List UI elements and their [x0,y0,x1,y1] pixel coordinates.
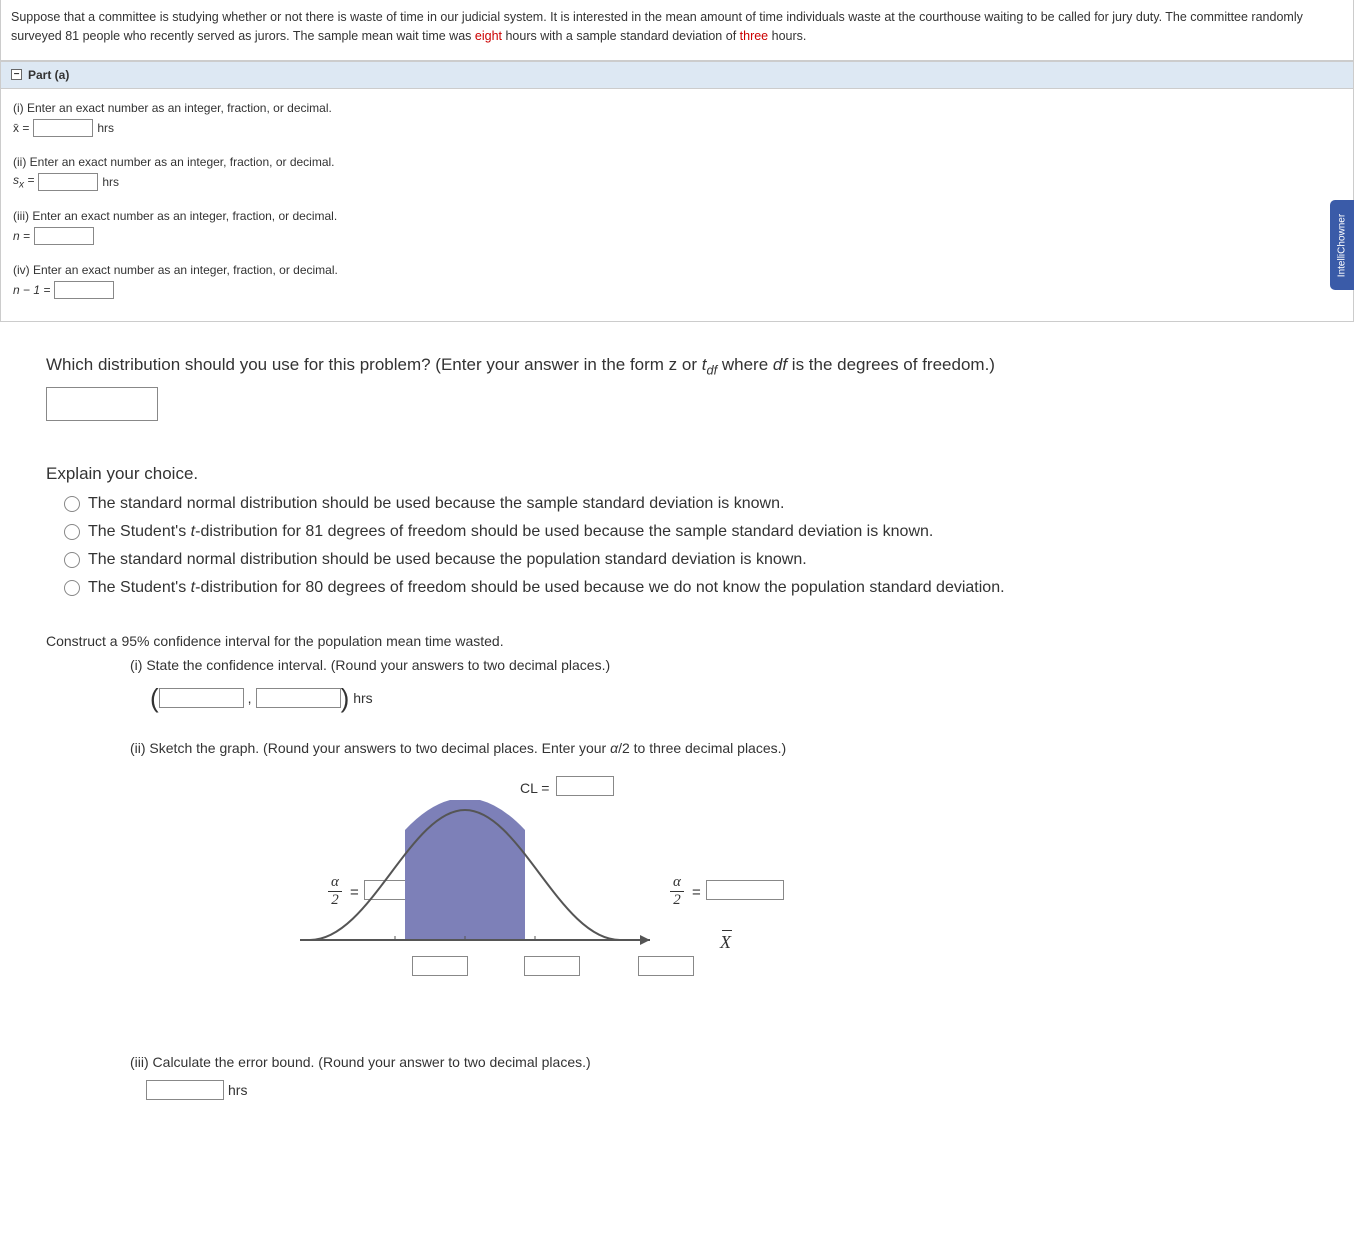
ci-iii-label: (iii) Calculate the error bound. (Round … [130,1054,1308,1070]
prompt-three: three [740,29,769,43]
xbar-axis-label: X [720,932,731,953]
subq-ii: (ii) Enter an exact number as an integer… [13,155,1341,191]
n-minus-1-input[interactable] [54,281,114,299]
ci-lower-input[interactable] [159,688,244,708]
sx-input[interactable] [38,173,98,191]
ci-upper-input[interactable] [256,688,341,708]
ci-section: Construct a 95% confidence interval for … [0,633,1354,1130]
radio-icon[interactable] [64,496,80,512]
radio-label-2: The Student's t-distribution for 81 degr… [88,523,933,541]
collapse-icon[interactable]: − [11,69,22,80]
radio-group: The standard normal distribution should … [46,491,1308,603]
radio-option-3[interactable]: The standard normal distribution should … [46,547,1308,575]
radio-option-1[interactable]: The standard normal distribution should … [46,491,1308,519]
ci-ii-label: (ii) Sketch the graph. (Round your answe… [130,740,1308,756]
radio-label-3: The standard normal distribution should … [88,551,807,569]
ci-title: Construct a 95% confidence interval for … [46,633,1308,649]
distribution-section: Which distribution should you use for th… [0,342,1354,452]
prompt-text-3: hours. [768,29,806,43]
error-bound-input[interactable] [146,1080,224,1100]
radio-icon[interactable] [64,552,80,568]
graph-area: CL = α 2 = α 2 = [230,776,930,1036]
unit-hrs-2: hrs [102,175,119,189]
radio-option-2[interactable]: The Student's t-distribution for 81 degr… [46,519,1308,547]
radio-label-1: The standard normal distribution should … [88,495,784,513]
distribution-input[interactable] [46,387,158,421]
ci-part-i: (i) State the confidence interval. (Roun… [46,657,1308,714]
subq-iii: (iii) Enter an exact number as an intege… [13,209,1341,245]
side-tab-label: IntelliChowner [1337,206,1348,286]
eb-hrs: hrs [228,1082,247,1098]
open-paren: ( [150,683,159,714]
explain-title: Explain your choice. [46,461,1308,487]
close-paren: ) [341,683,350,714]
distribution-question: Which distribution should you use for th… [46,352,1308,380]
prompt-text-2: hours with a sample standard deviation o… [502,29,740,43]
side-feedback-tab[interactable]: IntelliChowner [1330,200,1354,290]
ci-part-ii: (ii) Sketch the graph. (Round your answe… [46,740,1308,1036]
n-input[interactable] [34,227,94,245]
normal-curve-icon [300,800,720,980]
curve-lower-input[interactable] [412,956,468,976]
radio-icon[interactable] [64,524,80,540]
question-block: Suppose that a committee is studying whe… [0,0,1354,322]
ci-i-label: (i) State the confidence interval. (Roun… [130,657,1308,673]
radio-icon[interactable] [64,580,80,596]
subq-i: (i) Enter an exact number as an integer,… [13,101,1341,137]
ci-hrs: hrs [353,690,372,706]
radio-label-4: The Student's t-distribution for 80 degr… [88,579,1005,597]
subq-iv: (iv) Enter an exact number as an integer… [13,263,1341,299]
explain-section: Explain your choice. The standard normal… [0,451,1354,633]
curve-upper-input[interactable] [638,956,694,976]
part-a-body: (i) Enter an exact number as an integer,… [1,89,1353,321]
prompt-eight: eight [475,29,502,43]
cl-input[interactable] [556,776,614,796]
radio-option-4[interactable]: The Student's t-distribution for 80 degr… [46,575,1308,603]
part-a-header[interactable]: − Part (a) [1,61,1353,89]
unit-hrs: hrs [97,121,114,135]
cl-label: CL = [520,780,549,796]
curve-center-input[interactable] [524,956,580,976]
ci-part-iii: (iii) Calculate the error bound. (Round … [46,1054,1308,1100]
problem-statement: Suppose that a committee is studying whe… [1,0,1353,61]
xbar-input[interactable] [33,119,93,137]
part-a-label: Part (a) [28,68,69,82]
